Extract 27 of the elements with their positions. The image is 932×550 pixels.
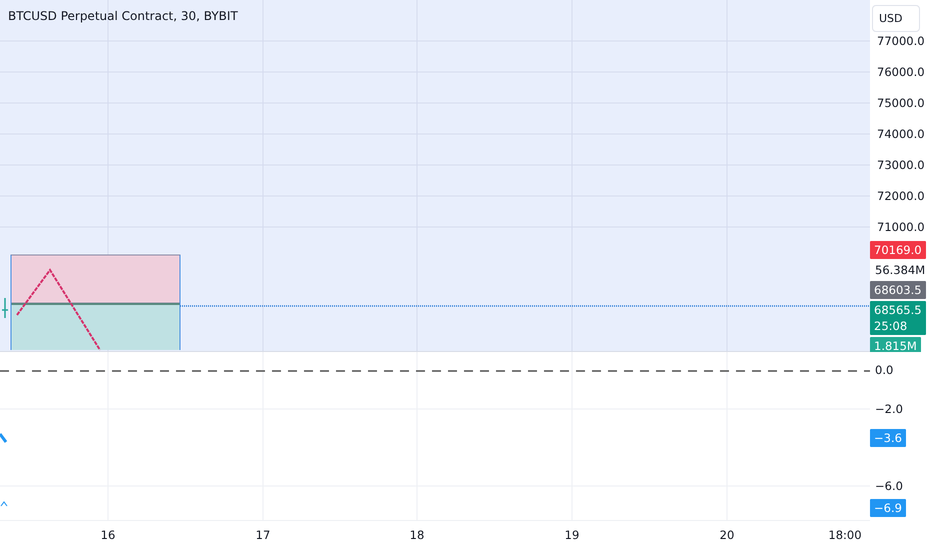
axis-label: −6.0 [874,478,904,495]
price-label: 70169.0 [870,241,926,259]
time-label: 18:00 [828,528,862,542]
time-label: 20 [720,528,734,542]
axis-label: 73000.0 [877,158,925,172]
chart-title: BTCUSD Perpetual Contract, 30, BYBIT [8,9,238,23]
axis-label: 0.0 [874,362,894,379]
axis-label: 72000.0 [877,189,925,203]
price-label: −3.6 [870,429,906,447]
price-label: −6.9 [870,499,906,517]
axis-label: 75000.0 [877,96,925,110]
axis-label: 76000.0 [877,65,925,79]
axis-label: 74000.0 [877,127,925,141]
currency-button[interactable]: USD [872,5,920,32]
time-label: 16 [100,528,116,542]
axis-label: −2.0 [874,401,904,418]
axis-label: 77000.0 [877,34,925,48]
time-label: 18 [410,528,424,542]
axis-label: 56.384M [874,262,926,279]
price-label: 68603.5 [870,281,926,299]
candle-drawing [2,298,8,318]
time-label: 19 [564,528,580,542]
axis-label: 71000.0 [877,220,925,234]
price-label: 68565.5 25:08 [870,301,926,335]
indicator-line [0,501,8,506]
indicator-line [0,433,8,443]
time-label: 17 [256,528,270,542]
